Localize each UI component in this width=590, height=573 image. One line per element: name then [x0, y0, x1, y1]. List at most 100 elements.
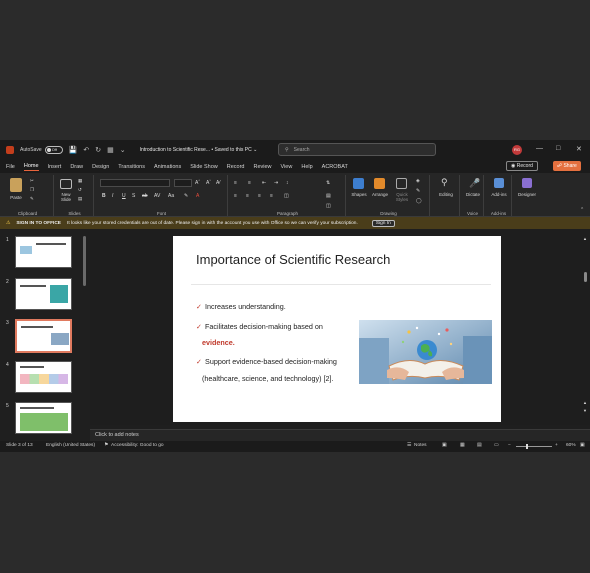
columns-icon[interactable]: ◫: [284, 193, 289, 199]
scroll-thumb[interactable]: [584, 272, 587, 282]
bold-icon[interactable]: B: [102, 193, 106, 199]
new-slide-icon[interactable]: [60, 179, 72, 189]
tab-file[interactable]: File: [6, 164, 15, 170]
microphone-icon[interactable]: 🎤: [469, 178, 480, 189]
slide-sorter-icon[interactable]: ▦: [460, 443, 465, 448]
bullet-2[interactable]: ✓ Facilitates decision-making based on: [196, 322, 323, 331]
increase-font-icon[interactable]: Aˆ: [195, 180, 200, 186]
tab-home[interactable]: Home: [23, 163, 39, 171]
tab-acrobat[interactable]: ACROBAT: [322, 164, 348, 170]
search-input[interactable]: ⚲ Search: [278, 143, 436, 156]
underline-icon[interactable]: U: [122, 193, 126, 199]
zoom-slider-thumb[interactable]: [526, 444, 528, 449]
reset-icon[interactable]: ↺: [78, 187, 82, 193]
present-icon[interactable]: ▦: [107, 146, 114, 154]
spacing-icon[interactable]: AV: [154, 193, 160, 199]
tab-review[interactable]: Review: [253, 164, 271, 170]
previous-slide-icon[interactable]: ▲: [583, 400, 587, 405]
increase-indent-icon[interactable]: ⇥: [274, 180, 278, 186]
zoom-in-icon[interactable]: +: [555, 443, 558, 448]
collapse-ribbon-icon[interactable]: ⌃: [580, 207, 584, 213]
customize-chevron-icon[interactable]: ⌄: [120, 146, 126, 154]
highlight-icon[interactable]: ✎: [184, 193, 188, 199]
line-spacing-icon[interactable]: ↕: [286, 180, 289, 186]
maximize-icon[interactable]: □: [556, 145, 560, 152]
language-status[interactable]: English (United States): [46, 443, 95, 448]
slide-thumbnail-4[interactable]: [15, 361, 72, 393]
zoom-slider[interactable]: [516, 446, 552, 447]
close-icon[interactable]: ✕: [576, 145, 582, 153]
tab-design[interactable]: Design: [92, 164, 109, 170]
tab-animations[interactable]: Animations: [154, 164, 181, 170]
quick-styles-icon[interactable]: [396, 178, 407, 189]
clear-format-icon[interactable]: A​⁄: [216, 180, 220, 186]
layout-icon[interactable]: ▦: [78, 178, 82, 184]
italic-icon[interactable]: I: [112, 193, 113, 199]
fit-to-window-icon[interactable]: ▣: [580, 443, 585, 448]
slide-image[interactable]: [359, 320, 492, 384]
smartart-icon[interactable]: ◫: [326, 203, 331, 209]
canvas-scrollbar[interactable]: ▲ ▲ ▼: [583, 236, 588, 416]
numbering-icon[interactable]: ≡: [248, 180, 251, 186]
next-slide-icon[interactable]: ▼: [583, 408, 587, 413]
cut-icon[interactable]: ✂: [30, 178, 34, 184]
slide-thumbnail-3[interactable]: [15, 319, 72, 353]
tab-insert[interactable]: Insert: [48, 164, 62, 170]
record-button[interactable]: ◉ Record: [506, 161, 538, 171]
bullet-3-continuation[interactable]: (healthcare, science, and technology) [2…: [202, 374, 333, 383]
redo-icon[interactable]: ↻: [95, 146, 101, 154]
decrease-indent-icon[interactable]: ⇤: [262, 180, 266, 186]
font-name-input[interactable]: [100, 179, 170, 187]
bullet-1[interactable]: ✓ Increases understanding.: [196, 302, 286, 311]
slide-thumbnail-5[interactable]: [15, 402, 72, 434]
slide-title[interactable]: Importance of Scientific Research: [196, 252, 390, 267]
section-icon[interactable]: ▤: [78, 196, 82, 202]
strikethrough-icon[interactable]: ab: [142, 193, 148, 199]
tab-help[interactable]: Help: [301, 164, 312, 170]
tab-draw[interactable]: Draw: [70, 164, 83, 170]
shape-outline-icon[interactable]: ✎: [416, 188, 420, 194]
zoom-out-icon[interactable]: −: [508, 443, 511, 448]
tab-slide-show[interactable]: Slide Show: [190, 164, 218, 170]
slide-thumbnail-2[interactable]: [15, 278, 72, 310]
paste-icon[interactable]: [10, 178, 22, 192]
align-text-icon[interactable]: ▤: [326, 193, 331, 199]
minimize-icon[interactable]: —: [536, 145, 543, 152]
copy-icon[interactable]: ❐: [30, 187, 34, 193]
align-center-icon[interactable]: ≡: [246, 193, 249, 199]
bullets-icon[interactable]: ≡: [234, 180, 237, 186]
normal-view-icon[interactable]: ▣: [442, 443, 447, 448]
sign-in-button[interactable]: Sign In: [371, 219, 395, 227]
text-direction-icon[interactable]: ⇅: [326, 180, 330, 186]
editing-label[interactable]: Editing: [432, 192, 460, 197]
scroll-up-icon[interactable]: ▲: [583, 236, 587, 241]
font-color-icon[interactable]: A: [196, 193, 199, 199]
zoom-level[interactable]: 60%: [566, 443, 576, 448]
tab-view[interactable]: View: [281, 164, 293, 170]
accessibility-status[interactable]: Accessibility: Good to go: [111, 443, 164, 448]
slide[interactable]: Importance of Scientific Research ✓ Incr…: [173, 236, 501, 422]
shape-fill-icon[interactable]: ◈: [416, 178, 420, 184]
bullet-3[interactable]: ✓ Support evidence-based decision-making: [196, 357, 337, 366]
arrange-icon[interactable]: [374, 178, 385, 189]
shadow-icon[interactable]: S: [132, 193, 135, 199]
shapes-icon[interactable]: [353, 178, 364, 189]
tab-record[interactable]: Record: [227, 164, 245, 170]
slideshow-icon[interactable]: ▭: [494, 443, 499, 448]
addins-icon[interactable]: [494, 178, 504, 188]
designer-icon[interactable]: [522, 178, 532, 188]
reading-view-icon[interactable]: ▤: [477, 443, 482, 448]
justify-icon[interactable]: ≡: [270, 193, 273, 199]
document-title[interactable]: Introduction to Scientific Rese... • Sav…: [140, 147, 258, 153]
align-right-icon[interactable]: ≡: [258, 193, 261, 199]
font-size-input[interactable]: [174, 179, 192, 187]
notes-pane[interactable]: Click to add notes: [90, 429, 590, 441]
align-left-icon[interactable]: ≡: [234, 193, 237, 199]
change-case-icon[interactable]: Aa: [168, 193, 174, 199]
avatar[interactable]: RG: [512, 145, 522, 155]
thumbnails-scrollbar[interactable]: [83, 236, 86, 286]
undo-icon[interactable]: ↶: [83, 146, 89, 154]
bullet-2-emphasis[interactable]: evidence.: [202, 338, 235, 347]
slide-thumbnail-1[interactable]: [15, 236, 72, 268]
notes-toggle[interactable]: Notes: [414, 443, 427, 448]
